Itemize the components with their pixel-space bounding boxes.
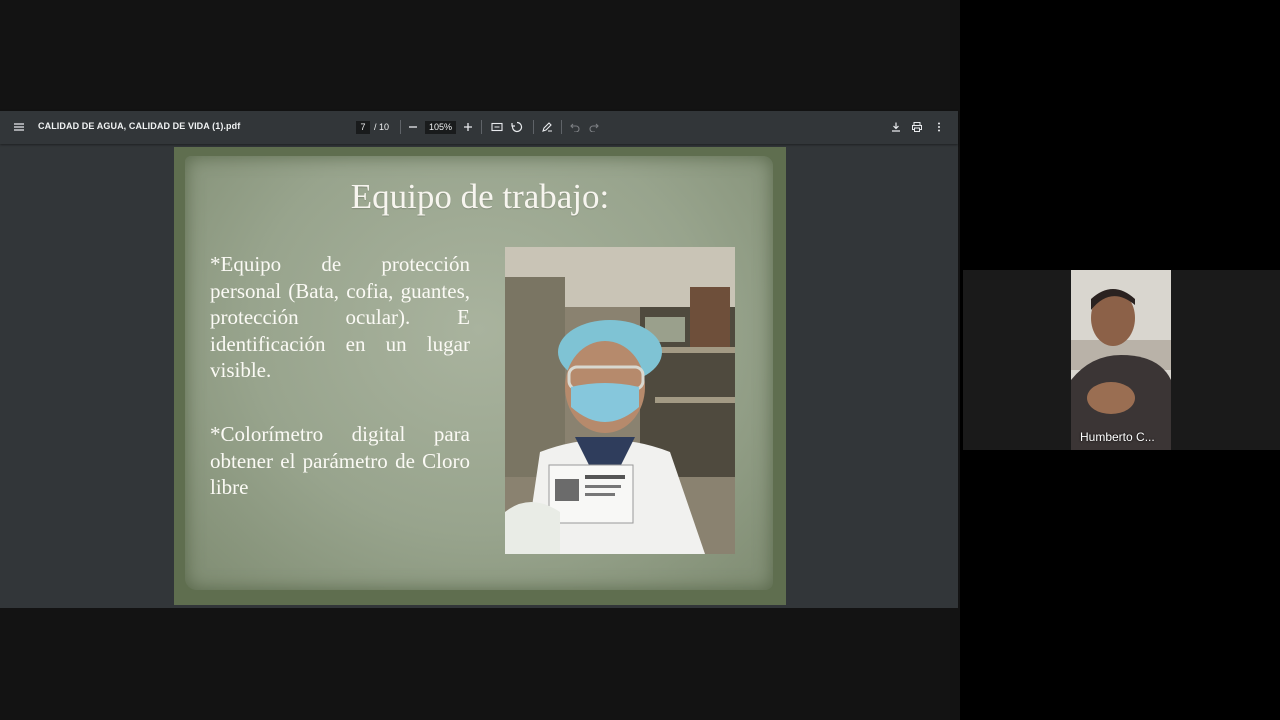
more-vert-icon	[938, 122, 940, 132]
download-button[interactable]	[886, 117, 906, 137]
toolbar-divider	[400, 120, 401, 134]
slide-bullet-colorimeter: *Colorímetro digital para obtener el par…	[210, 422, 470, 499]
presentation-slide: Equipo de trabajo: *Equipo de protección…	[174, 147, 786, 605]
toolbar-divider	[533, 120, 534, 134]
annotate-button[interactable]	[537, 117, 557, 137]
participant-illustration	[1071, 270, 1171, 450]
undo-button[interactable]	[565, 117, 585, 137]
zoom-level-input[interactable]: 105%	[425, 121, 456, 134]
rotate-icon	[511, 121, 523, 133]
zoom-in-button[interactable]	[458, 117, 478, 137]
redo-button[interactable]	[584, 117, 604, 137]
toolbar-divider	[481, 120, 482, 134]
lab-worker-photo	[505, 247, 735, 554]
screen-share-area: CALIDAD DE AGUA, CALIDAD DE VIDA (1).pdf…	[0, 0, 960, 720]
rotate-button[interactable]	[507, 117, 527, 137]
download-icon	[892, 122, 900, 132]
participant-name: Humberto C...	[1080, 430, 1155, 444]
participant-tile[interactable]: Humberto C...	[963, 270, 1280, 450]
lab-photo-illustration	[505, 247, 735, 554]
print-button[interactable]	[907, 117, 927, 137]
slide-title: Equipo de trabajo:	[350, 177, 610, 216]
participant-video	[1071, 270, 1171, 450]
plus-icon	[464, 123, 472, 131]
document-title: CALIDAD DE AGUA, CALIDAD DE VIDA (1).pdf	[38, 121, 241, 131]
pen-icon	[542, 122, 552, 132]
toolbar-divider	[561, 120, 562, 134]
print-icon	[912, 122, 922, 132]
fit-page-button[interactable]	[487, 117, 507, 137]
page-number-input[interactable]: 7	[356, 121, 370, 134]
redo-icon	[589, 123, 599, 132]
zoom-out-button[interactable]	[403, 117, 423, 137]
menu-icon[interactable]	[9, 117, 29, 137]
fit-page-icon	[491, 122, 503, 132]
pdf-toolbar: CALIDAD DE AGUA, CALIDAD DE VIDA (1).pdf…	[0, 111, 958, 144]
page-total: / 10	[374, 122, 390, 132]
undo-icon	[570, 123, 580, 132]
minus-icon	[409, 126, 417, 128]
slide-bullet-ppe: *Equipo de protección personal (Bata, co…	[210, 252, 470, 382]
more-options-button[interactable]	[929, 117, 949, 137]
